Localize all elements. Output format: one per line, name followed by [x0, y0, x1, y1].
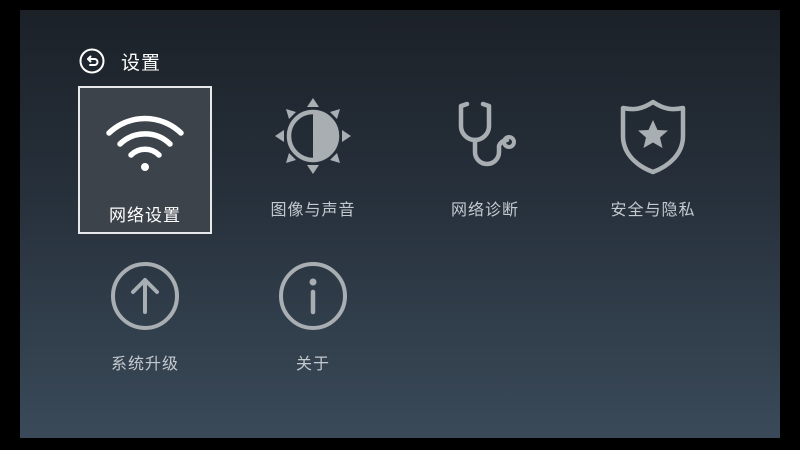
- tile-label: 图像与声音: [270, 200, 356, 219]
- tile-about[interactable]: 关于: [246, 256, 380, 404]
- tile-label: 关于: [295, 354, 330, 373]
- tile-label: 网络诊断: [450, 200, 519, 219]
- brightness-icon: [275, 98, 351, 174]
- tile-security-and-privacy[interactable]: 安全与隐私: [586, 86, 720, 234]
- shield-star-icon: [620, 99, 686, 175]
- upgrade-arrow-icon: [111, 262, 179, 330]
- tile-label: 安全与隐私: [610, 200, 696, 219]
- back-arrow-circle-icon: [79, 48, 105, 74]
- tile-picture-and-sound[interactable]: 图像与声音: [246, 86, 380, 234]
- wifi-icon: [106, 115, 184, 171]
- tile-label: 网络设置: [109, 206, 181, 226]
- tile-network-diagnosis[interactable]: 网络诊断: [418, 86, 552, 234]
- header: 设置: [79, 47, 161, 75]
- page-title: 设置: [121, 51, 162, 74]
- tile-system-upgrade[interactable]: 系统升级: [78, 256, 212, 404]
- info-icon: [279, 262, 347, 330]
- settings-screen: 设置 网络设置 图像与声音 网络诊断 安全与隐私 系统升级 关于: [20, 10, 780, 438]
- stethoscope-icon: [458, 101, 516, 167]
- tile-label: 系统升级: [110, 354, 179, 373]
- back-button[interactable]: [79, 48, 105, 74]
- tile-network-settings[interactable]: 网络设置: [78, 86, 212, 234]
